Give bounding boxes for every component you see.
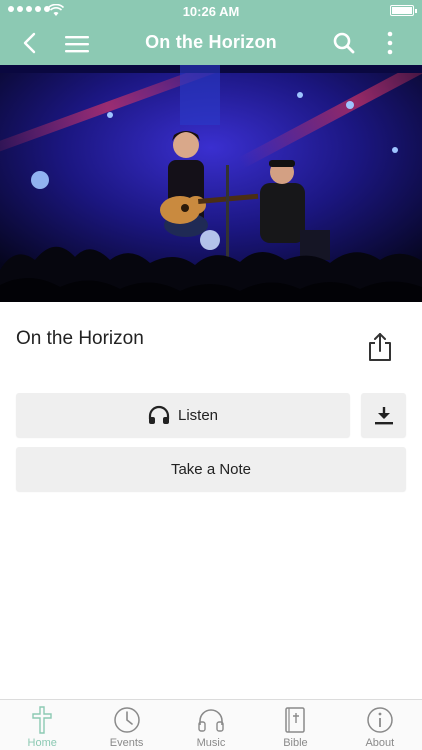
- bible-icon: [285, 707, 306, 733]
- status-time: 10:26 AM: [182, 4, 240, 19]
- search-icon[interactable]: [332, 31, 356, 55]
- headphones-icon: [198, 709, 224, 732]
- battery-icon: [390, 5, 417, 16]
- tab-label-home: Home: [27, 737, 57, 749]
- nav-title: On the Horizon: [145, 32, 277, 52]
- info-icon: [367, 707, 393, 733]
- tab-label-events: Events: [109, 737, 144, 749]
- listen-button[interactable]: Listen: [16, 393, 350, 437]
- tab-label-bible: Bible: [283, 737, 308, 749]
- sermon-title: On the Horizon: [16, 328, 144, 349]
- nav-bar: On the Horizon: [0, 22, 422, 65]
- headphones-icon: [148, 405, 170, 424]
- clock-icon: [113, 707, 140, 733]
- take-note-label: Take a Note: [170, 460, 252, 478]
- tab-label-about: About: [365, 737, 395, 749]
- take-note-button[interactable]: Take a Note: [16, 447, 406, 491]
- download-icon: [374, 407, 393, 425]
- listen-label: Listen: [177, 406, 219, 424]
- tab-bar: Home Events Music Bible About: [0, 699, 422, 750]
- sermon-hero-image: [0, 65, 422, 302]
- tab-label-music: Music: [196, 737, 226, 749]
- tab-events[interactable]: Events: [84, 700, 168, 750]
- status-bar: 10:26 AM: [0, 0, 422, 22]
- tab-music[interactable]: Music: [169, 700, 253, 750]
- more-options-icon[interactable]: [378, 29, 402, 57]
- tab-bible[interactable]: Bible: [253, 700, 337, 750]
- tab-about[interactable]: About: [338, 700, 422, 750]
- share-icon[interactable]: [366, 332, 394, 362]
- tab-home[interactable]: Home: [0, 700, 84, 750]
- download-button[interactable]: [361, 393, 406, 437]
- cross-icon: [32, 706, 52, 734]
